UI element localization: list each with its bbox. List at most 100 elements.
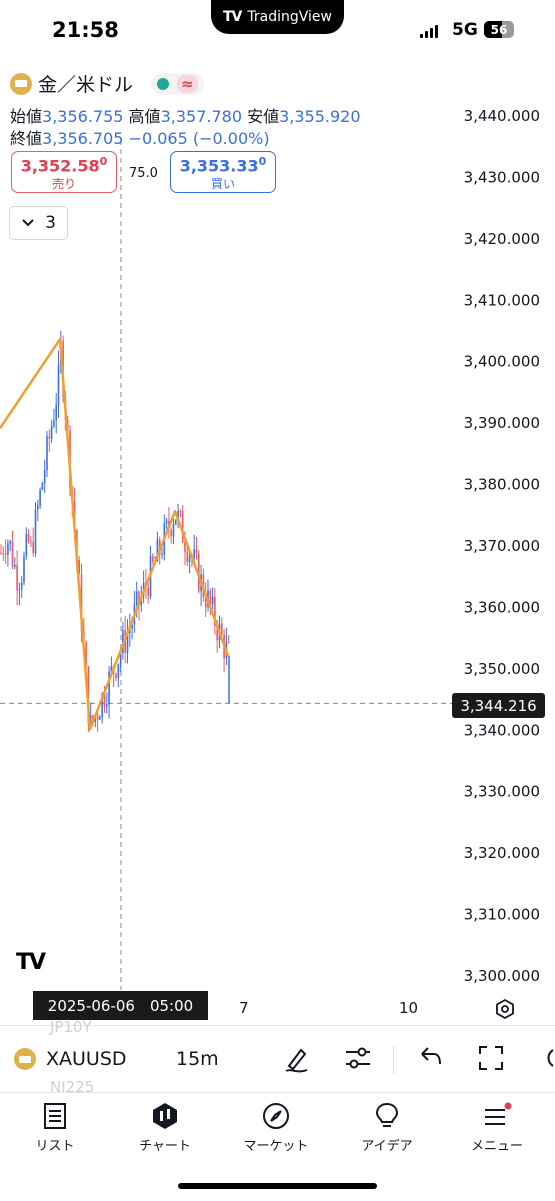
x-tick-label: 7 (239, 999, 249, 1017)
y-tick-label: 3,310.000 (464, 906, 540, 924)
candle-body (50, 426, 53, 439)
notification-dot-icon (504, 1102, 512, 1110)
indicators-toggle[interactable]: 3 (9, 206, 68, 240)
x-tick-label: 10 (399, 999, 419, 1017)
candle-body (55, 404, 57, 421)
candle-body (34, 509, 37, 554)
candle-body (117, 663, 120, 678)
more-tools-icon[interactable] (541, 1044, 555, 1072)
candle-body (25, 534, 28, 557)
chart-toolbar: JP10Y XAUUSD 15m NI225 (0, 1018, 555, 1096)
last-price-label: 3,344.216 (452, 693, 545, 718)
candle-body (46, 436, 48, 471)
y-tick-label: 3,360.000 (464, 598, 540, 616)
candle-body (152, 555, 154, 562)
candle-body (2, 553, 5, 555)
candle-body (57, 364, 60, 405)
y-tick-label: 3,420.000 (464, 230, 540, 248)
candle-body (16, 564, 18, 591)
candle-body (7, 543, 9, 555)
candle-body (9, 541, 11, 544)
nav-ideas[interactable]: アイデア (337, 1101, 437, 1154)
lightbulb-icon (375, 1102, 399, 1127)
candle-body (39, 489, 41, 506)
y-tick-label: 3,380.000 (464, 476, 540, 494)
buy-button[interactable]: 3,353.330 買い (170, 151, 276, 193)
candle-body (20, 582, 23, 590)
y-tick-label: 3,370.000 (464, 537, 540, 555)
symbol-selector[interactable]: XAUUSD (14, 1048, 127, 1070)
candle-body (188, 556, 191, 563)
candle-body (195, 549, 198, 554)
candle-body (135, 591, 138, 605)
candle-body (175, 519, 177, 525)
indicators-sliders-icon[interactable] (343, 1044, 373, 1072)
candle-body (41, 482, 44, 490)
nav-list[interactable]: リスト (5, 1101, 105, 1154)
menu-icon (485, 1102, 512, 1125)
gold-icon (14, 1048, 36, 1070)
candle-body (48, 436, 51, 439)
candle-body (0, 552, 2, 554)
nav-chart[interactable]: チャート (115, 1101, 215, 1154)
nav-menu[interactable]: メニュー (447, 1101, 547, 1154)
home-indicator (178, 1183, 377, 1189)
y-tick-label: 3,440.000 (464, 107, 540, 125)
candle-body (172, 524, 175, 537)
y-tick-label: 3,300.000 (464, 967, 540, 985)
y-tick-label: 3,400.000 (464, 353, 540, 371)
crosshair-date-label: 2025-06-06 05:00 (33, 991, 208, 1020)
symbol-name: 金／米ドル (38, 74, 134, 96)
candle-body (14, 564, 16, 567)
drawing-pen-icon[interactable] (283, 1044, 311, 1074)
y-tick-label: 3,390.000 (464, 414, 540, 432)
market-open-icon (157, 77, 170, 90)
ohlc-row-1: 始値3,356.755 高値3,357.780 安値3,355.920 (10, 107, 361, 126)
candle-body (96, 716, 99, 720)
ghost-symbol: JP10Y (50, 1018, 92, 1036)
candle-body (211, 596, 214, 605)
candle-body (170, 529, 172, 537)
y-tick-label: 3,330.000 (464, 783, 540, 801)
market-status[interactable]: ≈ (151, 72, 204, 95)
chart-settings-icon[interactable] (494, 998, 516, 1020)
y-tick-label: 3,410.000 (464, 291, 540, 309)
candle-body (181, 511, 184, 543)
interval-selector[interactable]: 15m (176, 1048, 219, 1070)
ohlc-row-2: 終値3,356.705 −0.065 (−0.00%) (10, 129, 270, 148)
candle-body (106, 704, 108, 707)
chart-icon (153, 1103, 177, 1129)
candle-body (221, 623, 223, 635)
candle-body (115, 673, 117, 678)
candle-body (30, 541, 32, 543)
gold-icon (10, 72, 32, 95)
candle-body (27, 534, 30, 542)
sell-button[interactable]: 3,352.580 売り (11, 151, 117, 193)
candle-body (99, 717, 101, 720)
chevron-down-icon (22, 219, 34, 227)
symbol-header[interactable]: 金／米ドル ≈ (10, 70, 204, 97)
compass-icon (263, 1103, 289, 1129)
candle-body (193, 549, 195, 558)
candle-body (18, 589, 21, 591)
candle-body (23, 556, 25, 583)
candle-body (147, 587, 149, 597)
nav-market[interactable]: マーケット (226, 1101, 326, 1154)
candle-body (179, 510, 182, 512)
y-tick-label: 3,430.000 (464, 168, 540, 186)
candle-body (4, 553, 7, 555)
undo-icon[interactable] (418, 1044, 444, 1070)
candle-body (186, 552, 189, 563)
candle-body (184, 542, 186, 553)
candle-body (37, 505, 39, 510)
candle-body (43, 470, 46, 483)
spread-value: 75.0 (129, 166, 158, 181)
candle-body (53, 420, 55, 427)
candle-body (165, 520, 168, 524)
candle-body (227, 641, 230, 643)
list-icon (44, 1103, 66, 1129)
y-tick-label: 3,350.000 (464, 660, 540, 678)
y-tick-label: 3,340.000 (464, 721, 540, 739)
fullscreen-icon[interactable] (477, 1044, 505, 1072)
y-tick-label: 3,320.000 (464, 844, 540, 862)
